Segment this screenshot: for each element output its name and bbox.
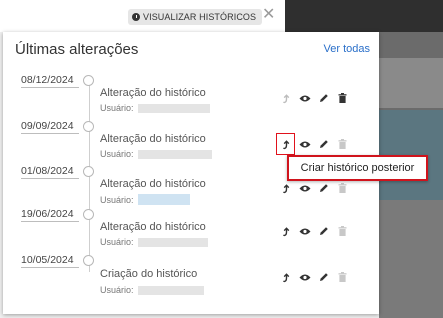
arrow-up-icon bbox=[282, 139, 289, 149]
pencil-icon bbox=[319, 273, 328, 281]
delete-button[interactable] bbox=[333, 90, 352, 106]
view-button[interactable] bbox=[295, 180, 314, 196]
see-all-link[interactable]: Ver todas bbox=[324, 43, 370, 55]
entry-date: 09/09/2024 bbox=[21, 120, 79, 134]
arrow-up-icon bbox=[282, 272, 289, 282]
timeline-dot bbox=[83, 209, 94, 220]
trash-icon bbox=[338, 93, 347, 103]
delete-button[interactable] bbox=[333, 136, 352, 152]
eye-icon bbox=[299, 274, 310, 280]
history-entry: 19/06/2024 Alteração do histórico Usuári… bbox=[3, 208, 379, 254]
user-label: Usuário: bbox=[100, 103, 134, 113]
history-toolbar: VISUALIZAR HISTÓRICOS ✕ bbox=[0, 0, 285, 32]
arrow-up-icon bbox=[282, 183, 289, 193]
arrow-up-icon bbox=[282, 93, 289, 103]
entry-actions bbox=[276, 180, 352, 196]
timeline-dot bbox=[83, 255, 94, 266]
trash-icon bbox=[338, 226, 347, 236]
edit-button[interactable] bbox=[314, 269, 333, 285]
pencil-icon bbox=[319, 140, 328, 148]
restore-button[interactable] bbox=[276, 180, 295, 196]
delete-button[interactable] bbox=[333, 269, 352, 285]
view-history-label: VISUALIZAR HISTÓRICOS bbox=[143, 12, 257, 22]
edit-button[interactable] bbox=[314, 180, 333, 196]
entry-user: Usuário: bbox=[100, 103, 210, 113]
edit-button[interactable] bbox=[314, 136, 333, 152]
timeline-dot bbox=[83, 75, 94, 86]
user-label: Usuário: bbox=[100, 237, 134, 247]
panel-title: Últimas alterações bbox=[15, 41, 139, 58]
user-label: Usuário: bbox=[100, 194, 134, 205]
delete-button[interactable] bbox=[333, 223, 352, 239]
entry-user: Usuário: bbox=[100, 285, 204, 295]
restore-button[interactable] bbox=[276, 269, 295, 285]
entry-title: Alteração do histórico bbox=[100, 133, 206, 145]
edit-button[interactable] bbox=[314, 223, 333, 239]
delete-button[interactable] bbox=[333, 180, 352, 196]
entry-date: 01/08/2024 bbox=[21, 165, 79, 179]
redacted-user bbox=[137, 149, 212, 159]
entry-user: Usuário: bbox=[100, 194, 190, 205]
background-header bbox=[285, 0, 443, 32]
entry-actions bbox=[276, 133, 352, 155]
restore-button[interactable] bbox=[276, 223, 295, 239]
eye-icon bbox=[299, 228, 310, 234]
redacted-user bbox=[137, 285, 204, 295]
trash-icon bbox=[338, 183, 347, 193]
entry-title: Alteração do histórico bbox=[100, 178, 206, 190]
entry-date: 19/06/2024 bbox=[21, 208, 79, 222]
entry-actions bbox=[276, 90, 352, 106]
timeline-dot bbox=[83, 166, 94, 177]
edit-button[interactable] bbox=[314, 90, 333, 106]
entry-title: Alteração do histórico bbox=[100, 221, 206, 233]
pencil-icon bbox=[319, 227, 328, 235]
view-button[interactable] bbox=[295, 223, 314, 239]
eye-icon bbox=[299, 185, 310, 191]
view-history-button[interactable]: VISUALIZAR HISTÓRICOS bbox=[128, 9, 263, 25]
restore-tooltip: Criar histórico posterior bbox=[287, 155, 428, 181]
entry-date: 08/12/2024 bbox=[21, 74, 79, 88]
user-label: Usuário: bbox=[100, 149, 134, 159]
entry-actions bbox=[276, 269, 352, 285]
background-block bbox=[379, 58, 443, 108]
redacted-user bbox=[137, 237, 208, 247]
trash-icon bbox=[338, 139, 347, 149]
pencil-icon bbox=[319, 184, 328, 192]
history-entry: 10/05/2024 Criação do histórico Usuário: bbox=[3, 254, 379, 300]
restore-button[interactable] bbox=[276, 90, 295, 106]
view-button[interactable] bbox=[295, 269, 314, 285]
entry-actions bbox=[276, 223, 352, 239]
redacted-user bbox=[137, 194, 190, 205]
close-icon[interactable]: ✕ bbox=[262, 7, 275, 23]
view-button[interactable] bbox=[295, 136, 314, 152]
entry-user: Usuário: bbox=[100, 149, 212, 159]
user-label: Usuário: bbox=[100, 285, 134, 295]
arrow-up-icon bbox=[282, 226, 289, 236]
restore-button[interactable] bbox=[276, 133, 295, 155]
entry-date: 10/05/2024 bbox=[21, 254, 79, 268]
background-block-lower bbox=[379, 200, 443, 318]
eye-icon bbox=[299, 141, 310, 147]
history-entry: 08/12/2024 Alteração do histórico Usuári… bbox=[3, 74, 379, 120]
timeline-dot bbox=[83, 121, 94, 132]
redacted-user bbox=[137, 103, 210, 113]
entry-title: Alteração do histórico bbox=[100, 87, 206, 99]
pencil-icon bbox=[319, 94, 328, 102]
entry-user: Usuário: bbox=[100, 237, 208, 247]
entry-title: Criação do histórico bbox=[100, 268, 198, 280]
view-button[interactable] bbox=[295, 90, 314, 106]
eye-icon bbox=[299, 95, 310, 101]
clock-icon bbox=[132, 13, 140, 21]
trash-icon bbox=[338, 272, 347, 282]
